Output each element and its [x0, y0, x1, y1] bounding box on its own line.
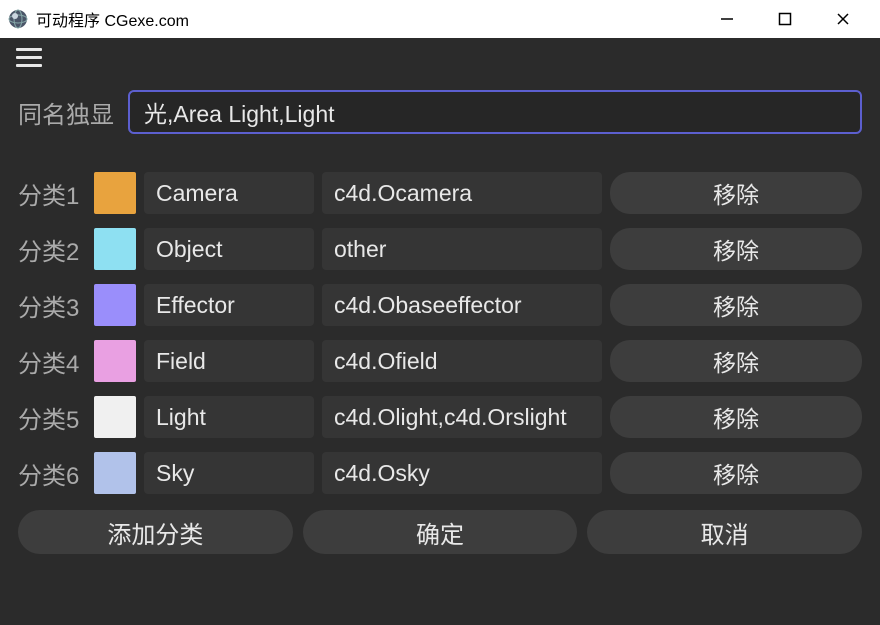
close-button[interactable]	[814, 0, 872, 38]
window-title: 可动程序 CGexe.com	[36, 7, 690, 31]
category-row: 分类6 移除	[14, 452, 866, 494]
ok-button[interactable]: 确定	[303, 510, 578, 554]
category-row: 分类2 移除	[14, 228, 866, 270]
category-row: 分类5 移除	[14, 396, 866, 438]
category-name-input[interactable]	[144, 340, 314, 382]
minimize-button[interactable]	[698, 0, 756, 38]
category-label: 分类3	[18, 288, 86, 323]
cancel-button[interactable]: 取消	[587, 510, 862, 554]
color-swatch[interactable]	[94, 452, 136, 494]
remove-button[interactable]: 移除	[610, 284, 862, 326]
name-display-label: 同名独显	[18, 95, 114, 130]
color-swatch[interactable]	[94, 284, 136, 326]
category-label: 分类4	[18, 344, 86, 379]
bottom-button-row: 添加分类 确定 取消	[14, 510, 866, 554]
color-swatch[interactable]	[94, 228, 136, 270]
category-type-input[interactable]	[322, 228, 602, 270]
category-label: 分类2	[18, 232, 86, 267]
color-swatch[interactable]	[94, 172, 136, 214]
titlebar: 可动程序 CGexe.com	[0, 0, 880, 38]
color-swatch[interactable]	[94, 340, 136, 382]
category-label: 分类1	[18, 176, 86, 211]
category-type-input[interactable]	[322, 452, 602, 494]
add-category-button[interactable]: 添加分类	[18, 510, 293, 554]
app-icon	[8, 9, 28, 29]
remove-button[interactable]: 移除	[610, 396, 862, 438]
category-type-input[interactable]	[322, 396, 602, 438]
category-type-input[interactable]	[322, 340, 602, 382]
window-controls	[698, 0, 872, 38]
category-row: 分类4 移除	[14, 340, 866, 382]
category-label: 分类5	[18, 400, 86, 435]
category-name-input[interactable]	[144, 452, 314, 494]
remove-button[interactable]: 移除	[610, 172, 862, 214]
category-type-input[interactable]	[322, 284, 602, 326]
category-row: 分类3 移除	[14, 284, 866, 326]
name-display-row: 同名独显	[14, 90, 866, 134]
remove-button[interactable]: 移除	[610, 228, 862, 270]
category-row: 分类1 移除	[14, 172, 866, 214]
remove-button[interactable]: 移除	[610, 452, 862, 494]
content-area: 同名独显 分类1移除分类2移除分类3移除分类4移除分类5移除分类6移除 添加分类…	[0, 38, 880, 568]
category-name-input[interactable]	[144, 284, 314, 326]
maximize-button[interactable]	[756, 0, 814, 38]
category-type-input[interactable]	[322, 172, 602, 214]
category-name-input[interactable]	[144, 172, 314, 214]
category-name-input[interactable]	[144, 228, 314, 270]
name-display-input[interactable]	[128, 90, 862, 134]
category-name-input[interactable]	[144, 396, 314, 438]
remove-button[interactable]: 移除	[610, 340, 862, 382]
menu-icon[interactable]	[16, 48, 44, 70]
color-swatch[interactable]	[94, 396, 136, 438]
category-label: 分类6	[18, 456, 86, 491]
